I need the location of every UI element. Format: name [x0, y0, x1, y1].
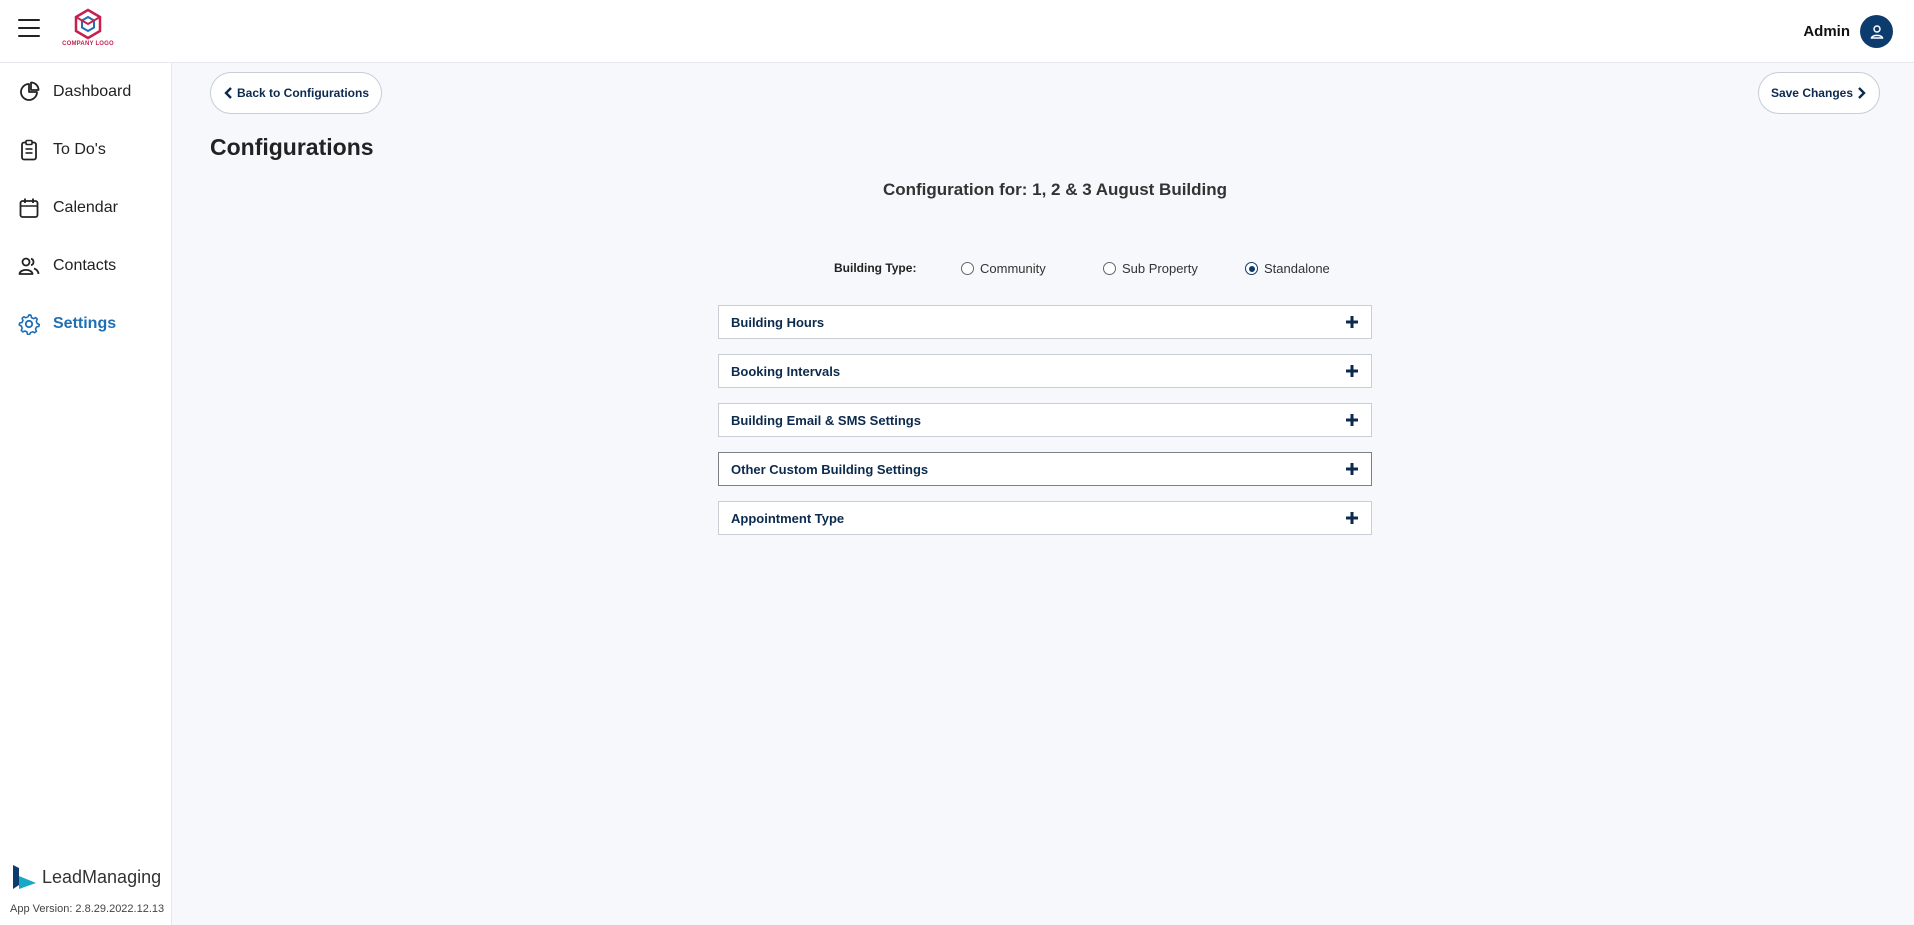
- accordion-other-custom-settings[interactable]: Other Custom Building Settings: [718, 452, 1372, 486]
- accordion-label: Building Hours: [731, 314, 825, 330]
- radio-sub-property[interactable]: Sub Property: [1103, 261, 1198, 276]
- radio-button[interactable]: [1103, 262, 1116, 275]
- sidebar-item-label: To Do's: [53, 141, 106, 158]
- radio-community[interactable]: Community: [961, 261, 1046, 276]
- pie-chart-icon: [20, 81, 40, 101]
- plus-icon[interactable]: [1346, 512, 1358, 524]
- user-icon: [1870, 24, 1883, 39]
- accordion-booking-intervals[interactable]: Booking Intervals: [718, 354, 1372, 388]
- app-version: App Version: 2.8.29.2022.12.13: [10, 903, 165, 915]
- sidebar-item-todos[interactable]: To Do's: [0, 130, 172, 170]
- configuration-subtitle: Configuration for: 1, 2 & 3 August Build…: [882, 180, 1228, 199]
- user-name: Admin: [1803, 23, 1850, 40]
- accordion-label: Other Custom Building Settings: [731, 461, 929, 477]
- save-button-label: Save Changes: [1770, 86, 1853, 100]
- accordion-label: Building Email & SMS Settings: [731, 412, 921, 428]
- back-to-configurations-button[interactable]: Back to Configurations: [210, 72, 383, 114]
- top-bar: COMPANY LOGO Admin: [0, 0, 1914, 63]
- brand-name: LeadManaging: [42, 866, 162, 887]
- accordion-label: Appointment Type: [731, 510, 845, 526]
- sidebar-item-contacts[interactable]: Contacts: [0, 246, 172, 286]
- accordion-appointment-type[interactable]: Appointment Type: [718, 501, 1372, 535]
- plus-icon[interactable]: [1346, 365, 1358, 377]
- sidebar-item-label: Contacts: [53, 257, 117, 274]
- accordion-email-sms-settings[interactable]: Building Email & SMS Settings: [718, 403, 1372, 437]
- back-button-label: Back to Configurations: [237, 86, 370, 100]
- sidebar-item-label: Calendar: [53, 199, 118, 216]
- user-menu[interactable]: Admin: [1803, 15, 1893, 48]
- plus-icon[interactable]: [1346, 463, 1358, 475]
- radio-button-selected[interactable]: [1245, 262, 1258, 275]
- accordion-label: Booking Intervals: [731, 363, 841, 379]
- save-changes-button[interactable]: Save Changes: [1757, 72, 1880, 114]
- radio-button[interactable]: [961, 262, 974, 275]
- sidebar-item-dashboard[interactable]: Dashboard: [0, 72, 172, 112]
- chevron-right-icon: [1858, 87, 1866, 99]
- logo-text: COMPANY LOGO: [62, 41, 114, 47]
- company-logo[interactable]: COMPANY LOGO: [58, 8, 118, 54]
- radio-standalone[interactable]: Standalone: [1245, 261, 1330, 276]
- brand-logo: LeadManaging: [12, 864, 161, 890]
- calendar-icon: [19, 198, 39, 218]
- gear-icon: [18, 314, 40, 335]
- plus-icon[interactable]: [1346, 414, 1358, 426]
- radio-label: Community: [980, 261, 1046, 276]
- sidebar-item-settings[interactable]: Settings: [0, 304, 172, 344]
- plus-icon[interactable]: [1346, 316, 1358, 328]
- accordion-building-hours[interactable]: Building Hours: [718, 305, 1372, 339]
- hamburger-menu-icon[interactable]: [18, 19, 40, 41]
- logo-hexagon-icon: [74, 8, 102, 40]
- radio-label: Standalone: [1264, 261, 1330, 276]
- building-type-label: Building Type:: [834, 261, 917, 275]
- leadmanaging-logo-icon: [13, 865, 36, 889]
- page-title: Configurations: [210, 134, 374, 160]
- radio-label: Sub Property: [1122, 261, 1198, 276]
- sidebar-item-label: Dashboard: [53, 83, 132, 100]
- sidebar-item-label: Settings: [53, 315, 117, 332]
- users-icon: [18, 257, 40, 275]
- avatar[interactable]: [1860, 15, 1893, 48]
- clipboard-icon: [21, 139, 37, 161]
- chevron-left-icon: [224, 87, 232, 99]
